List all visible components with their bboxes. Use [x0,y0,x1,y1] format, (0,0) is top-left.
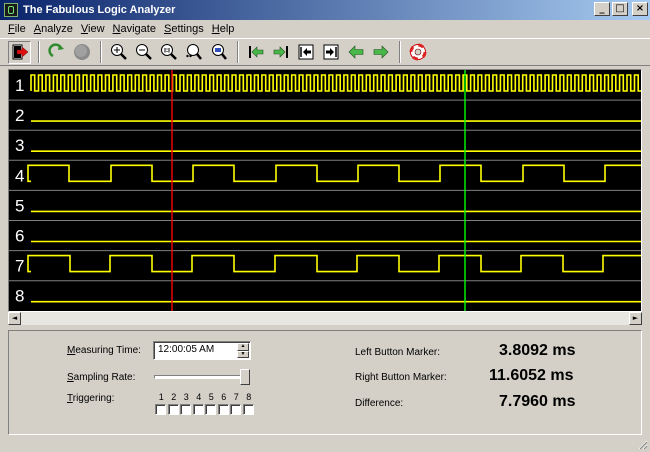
menu-file[interactable]: File [4,23,30,35]
channel-4-trace [27,164,641,183]
go-start-icon [248,46,263,58]
trigger-checkboxes [155,404,255,415]
sampling-rate-slider[interactable] [240,369,250,385]
sampling-rate-label: Sampling Rate: [67,372,136,383]
go-end-icon [273,46,288,58]
maximize-button[interactable]: □ [612,2,628,16]
trigger-number: 8 [246,392,252,402]
refresh-icon [47,43,64,58]
horizontal-scrollbar[interactable]: ◄ ► [8,312,642,325]
refresh-button[interactable] [45,41,68,64]
menu-analyze[interactable]: Analyze [30,23,77,35]
window-title: The Fabulous Logic Analyzer [23,4,176,16]
arrow-left-icon [348,45,363,59]
difference-value: 7.7960 ms [499,393,576,410]
channel-label: 5 [15,196,24,215]
waveform-canvas[interactable]: 1 2 3 4 5 6 7 8 [9,70,641,311]
go-left-marker-icon [298,44,313,60]
zoom-fit-icon [185,44,202,60]
trigger-checkbox-2[interactable] [167,404,179,415]
waveform-display[interactable]: 1 2 3 4 5 6 7 8 [8,69,642,312]
channel-label: 6 [15,227,24,246]
title-bar: The Fabulous Logic Analyzer _ □ × [0,0,650,20]
trigger-checkbox-4[interactable] [192,404,204,415]
trigger-checkbox-6[interactable] [217,404,229,415]
resize-grip-icon[interactable] [636,438,648,450]
app-icon [4,3,18,17]
menu-view[interactable]: View [77,23,109,35]
arrow-right-button[interactable] [369,41,392,64]
difference-label: Difference: [355,398,404,409]
arrow-left-button[interactable] [344,41,367,64]
stop-icon [73,44,90,60]
help-button[interactable] [406,41,429,64]
go-left-marker-button[interactable] [294,41,317,64]
channel-label: 2 [15,106,24,125]
stop-button[interactable] [70,41,93,64]
channel-label: 7 [15,257,24,276]
trigger-number: 4 [196,392,202,402]
trigger-checkbox-8[interactable] [242,404,254,415]
left-marker-value: 3.8092 ms [499,342,576,359]
scroll-track[interactable] [21,312,629,325]
trigger-checkbox-7[interactable] [230,404,241,415]
zoom-in-icon [110,44,127,60]
time-spinner[interactable]: ▲ ▼ [237,343,249,358]
trigger-checkbox-1[interactable] [155,404,166,415]
left-marker-label: Left Button Marker: [355,347,441,358]
menu-settings[interactable]: Settings [160,23,208,35]
zoom-1-1-icon [160,44,177,60]
measuring-time-input[interactable]: 12:00:05 AM ▲ ▼ [153,341,251,360]
right-marker-label: Right Button Marker: [355,372,447,383]
sampling-rate-track[interactable] [154,375,250,379]
trigger-number: 7 [233,392,239,402]
zoom-out-button[interactable] [132,41,155,64]
menu-help[interactable]: Help [208,23,239,35]
scroll-left-button[interactable]: ◄ [8,312,21,325]
scroll-right-button[interactable]: ► [629,312,642,325]
go-start-button[interactable] [244,41,267,64]
close-button[interactable]: × [632,2,648,16]
go-right-marker-button[interactable] [319,41,342,64]
zoom-1-1-button[interactable] [157,41,180,64]
spin-down-icon[interactable]: ▼ [237,350,249,358]
trigger-number: 2 [171,392,177,402]
channel-label: 3 [15,136,24,155]
trigger-number: 3 [183,392,189,402]
menu-navigate[interactable]: Navigate [109,23,160,35]
measuring-time-label: Measuring Time: [67,345,141,356]
zoom-area-button[interactable] [207,41,230,64]
zoom-area-icon [211,44,227,60]
trigger-checkbox-3[interactable] [180,404,191,415]
measurement-panel: Measuring Time: 12:00:05 AM ▲ ▼ Sampling… [8,330,642,435]
arrow-right-icon [373,45,388,59]
spin-up-icon[interactable]: ▲ [237,343,249,351]
exit-button[interactable] [8,40,31,64]
go-end-button[interactable] [269,41,292,64]
go-right-marker-icon [323,44,338,60]
channel-label: 8 [15,287,24,306]
channel-label: 4 [15,166,24,185]
trigger-number: 6 [221,392,227,402]
minimize-button[interactable]: _ [594,2,610,16]
help-lifebuoy-icon [409,43,426,61]
trigger-number: 5 [208,392,214,402]
zoom-fit-button[interactable] [182,41,205,64]
zoom-in-button[interactable] [107,41,130,64]
channel-7-trace [27,254,641,273]
channel-label: 1 [15,76,24,95]
trigger-number: 1 [158,392,164,402]
toolbar [0,38,650,66]
triggering-label: Triggering: [67,393,115,404]
zoom-out-icon [135,44,152,60]
trigger-checkbox-5[interactable] [205,404,216,415]
channel-1-trace [30,74,641,92]
menu-bar: File Analyze View Navigate Settings Help [0,20,650,38]
trigger-channel-numbers: 1 2 3 4 5 6 7 8 [155,392,255,402]
exit-icon [12,44,28,60]
right-marker-value: 11.6052 ms [489,367,574,384]
